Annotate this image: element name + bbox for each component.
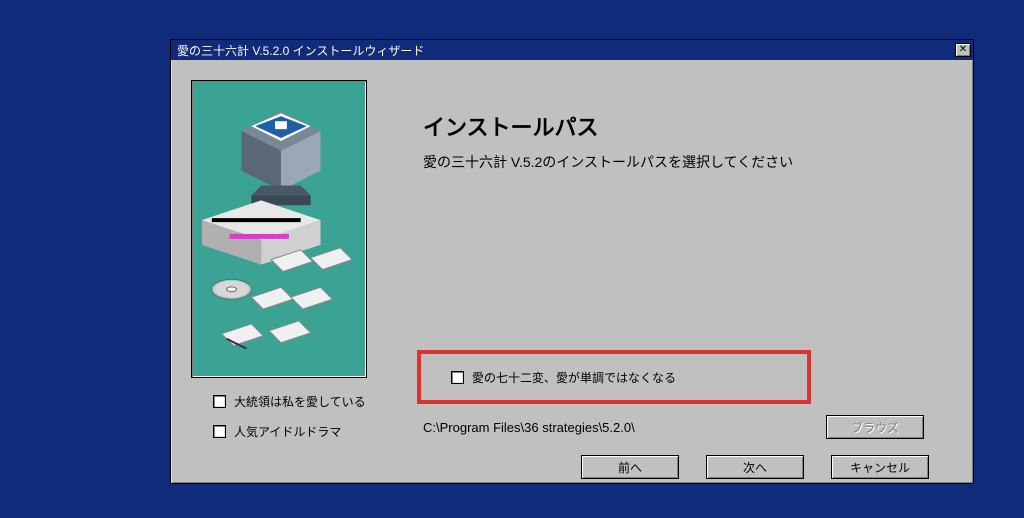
browse-button: ブラウズ (826, 415, 924, 439)
computer-setup-illustration (192, 81, 366, 377)
wizard-content: インストールパス 愛の三十六計 V.5.2のインストールパスを選択してください … (171, 60, 973, 483)
close-icon: ✕ (959, 45, 967, 55)
back-button[interactable]: 前へ (581, 455, 679, 479)
titlebar: 愛の三十六計 V.5.2.0 インストールウィザード ✕ (171, 40, 973, 60)
option-seventy-two-checkbox[interactable] (451, 371, 464, 384)
page-subtitle: 愛の三十六計 V.5.2のインストールパスを選択してください (423, 152, 793, 172)
browse-button-label: ブラウズ (851, 419, 899, 436)
titlebar-text: 愛の三十六計 V.5.2.0 インストールウィザード (177, 42, 955, 59)
option-president-row: 大統領は私を愛している (213, 393, 366, 410)
option-seventy-two-label: 愛の七十二変、愛が単調ではなくなる (472, 369, 676, 386)
highlighted-option-box: 愛の七十二変、愛が単調ではなくなる (417, 350, 811, 404)
installer-wizard-window: 愛の三十六計 V.5.2.0 インストールウィザード ✕ (170, 39, 974, 484)
cancel-button[interactable]: キャンセル (831, 455, 929, 479)
next-button[interactable]: 次へ (706, 455, 804, 479)
close-button[interactable]: ✕ (955, 43, 971, 57)
option-drama-checkbox[interactable] (213, 425, 226, 438)
option-president-label: 大統領は私を愛している (234, 393, 366, 410)
page-title: インストールパス (423, 110, 599, 142)
option-drama-label: 人気アイドルドラマ (234, 423, 341, 440)
option-drama-row: 人気アイドルドラマ (213, 423, 341, 440)
next-button-label: 次へ (743, 459, 767, 476)
wizard-sidebar-graphic (191, 80, 367, 378)
option-president-checkbox[interactable] (213, 395, 226, 408)
back-button-label: 前へ (618, 459, 642, 476)
install-path-text: C:\Program Files\36 strategies\5.2.0\ (423, 420, 635, 435)
cancel-button-label: キャンセル (850, 459, 910, 476)
